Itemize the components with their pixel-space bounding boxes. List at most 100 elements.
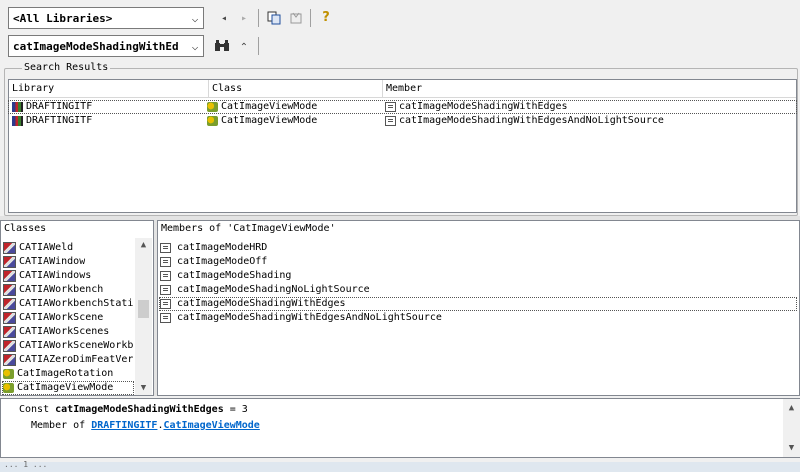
status-bar: ... 1 ... xyxy=(0,460,800,472)
class-list-item[interactable]: CATIAWeld xyxy=(3,242,133,254)
class-object-icon xyxy=(3,242,16,254)
class-list-item-label: CatImageRotation xyxy=(17,368,114,379)
go-forward-icon[interactable]: ▸ xyxy=(236,10,252,26)
detail-declaration: Const catImageModeShadingWithEdges = 3 xyxy=(19,404,248,415)
class-object-icon xyxy=(3,298,16,310)
constant-icon xyxy=(385,116,396,126)
class-list-item[interactable]: CatImageViewMode xyxy=(2,381,134,395)
library-combo[interactable]: <All Libraries> ⌵ xyxy=(8,7,204,29)
toolbar-separator xyxy=(258,9,259,27)
class-list-item-label: CATIAWorkbenchStati xyxy=(19,298,133,309)
enum-icon xyxy=(3,383,14,393)
class-object-icon xyxy=(3,340,16,352)
member-list-item-label: catImageModeOff xyxy=(177,256,268,267)
class-list-item[interactable]: CATIAZeroDimFeatVer xyxy=(3,354,133,366)
detail-prefix: Const xyxy=(19,404,50,415)
member-list-item-label: catImageModeShading xyxy=(177,270,292,281)
constant-icon xyxy=(160,313,171,323)
class-list-item[interactable]: CATIAWindows xyxy=(3,270,133,282)
classes-scrollbar[interactable]: ▲ ▼ xyxy=(135,238,152,395)
class-list-item-label: CatImageViewMode xyxy=(17,382,114,393)
class-object-icon xyxy=(3,354,16,366)
help-icon[interactable]: ? xyxy=(318,9,334,25)
library-link[interactable]: DRAFTINGITF xyxy=(91,420,157,431)
scroll-up-icon[interactable]: ▲ xyxy=(783,403,800,413)
class-list-item[interactable]: CATIAWorkbench xyxy=(3,284,133,296)
member-list-item-label: catImageModeShadingNoLightSource xyxy=(177,284,370,295)
result-member: catImageModeShadingWithEdges xyxy=(399,101,568,112)
constant-icon xyxy=(160,285,171,295)
toolbar: <All Libraries> ⌵ ◂ ▸ ? catImageModeShad… xyxy=(0,0,800,62)
search-combo-value: catImageModeShadingWithEd xyxy=(13,39,179,53)
member-list-item-label: catImageModeShadingWithEdges xyxy=(177,298,346,309)
member-list-item[interactable]: catImageModeShadingWithEdges xyxy=(159,297,797,311)
result-library: DRAFTINGITF xyxy=(26,101,93,112)
toolbar-separator xyxy=(310,9,311,27)
class-list-item-label: CATIAWorkScene xyxy=(19,312,104,323)
member-list-item[interactable]: catImageModeShadingNoLightSource xyxy=(160,284,370,296)
member-list-item[interactable]: catImageModeOff xyxy=(160,256,267,268)
class-list-item-label: CATIAWorkbench xyxy=(19,284,104,295)
scroll-down-icon[interactable]: ▼ xyxy=(783,443,800,453)
constant-icon xyxy=(160,271,171,281)
class-link[interactable]: CatImageViewMode xyxy=(163,420,259,431)
binoculars-icon[interactable] xyxy=(214,38,230,54)
view-definition-icon[interactable] xyxy=(288,10,304,26)
search-combo[interactable]: catImageModeShadingWithEd ⌵ xyxy=(8,35,204,57)
search-result-row[interactable]: DRAFTINGITF CatImageViewMode catImageMod… xyxy=(9,115,796,127)
class-list-item-label: CATIAZeroDimFeatVer xyxy=(19,354,133,365)
library-combo-value: <All Libraries> xyxy=(13,11,113,25)
member-list-item[interactable]: catImageModeShadingWithEdgesAndNoLightSo… xyxy=(160,312,442,324)
class-list-item[interactable]: CATIAWorkbenchStati xyxy=(3,298,133,310)
library-icon xyxy=(12,116,23,126)
members-list[interactable]: catImageModeHRD catImageModeOff catImageMo… xyxy=(158,238,798,396)
search-result-row[interactable]: DRAFTINGITF CatImageViewMode catImageMod… xyxy=(8,100,797,114)
constant-icon xyxy=(160,257,171,267)
collapse-results-icon[interactable]: ⌃ xyxy=(236,39,252,55)
constant-icon xyxy=(385,102,396,112)
classes-list[interactable]: CATIAWeld CATIAWindow CATIAWindows CATIAWor… xyxy=(1,238,135,396)
members-pane: Members of 'CatImageViewMode' catImageMo… xyxy=(157,220,800,396)
member-of-label: Member of xyxy=(31,420,86,431)
members-title: Members of 'CatImageViewMode' xyxy=(161,223,336,234)
class-object-icon xyxy=(3,284,16,296)
detail-value: = 3 xyxy=(229,404,248,415)
class-list-item[interactable]: CATIAWorkSceneWorkb xyxy=(3,340,133,352)
chevron-down-icon[interactable]: ⌵ xyxy=(187,40,203,53)
member-list-item[interactable]: catImageModeShading xyxy=(160,270,291,282)
scroll-up-icon[interactable]: ▲ xyxy=(135,240,152,250)
class-list-item[interactable]: CATIAWorkScenes xyxy=(3,326,133,338)
class-list-item-label: CATIAWorkSceneWorkb xyxy=(19,340,133,351)
detail-name: catImageModeShadingWithEdges xyxy=(55,404,224,415)
detail-scrollbar[interactable]: ▲ ▼ xyxy=(783,399,800,457)
column-header-member[interactable]: Member xyxy=(383,80,796,98)
class-object-icon xyxy=(3,270,16,282)
member-list-item-label: catImageModeHRD xyxy=(177,242,268,253)
detail-member-of: Member of DRAFTINGITF.CatImageViewMode xyxy=(31,420,260,431)
class-list-item-label: CATIAWeld xyxy=(19,242,74,253)
class-list-item-label: CATIAWorkScenes xyxy=(19,326,110,337)
class-list-item-label: CATIAWindow xyxy=(19,256,86,267)
class-list-item-label: CATIAWindows xyxy=(19,270,92,281)
class-list-item[interactable]: CATIAWorkScene xyxy=(3,312,133,324)
class-icon xyxy=(207,116,218,126)
constant-icon xyxy=(160,243,171,253)
scroll-thumb[interactable] xyxy=(138,300,149,318)
copy-icon[interactable] xyxy=(266,10,282,26)
chevron-down-icon[interactable]: ⌵ xyxy=(187,12,203,25)
column-header-class[interactable]: Class xyxy=(209,80,383,98)
member-list-item[interactable]: catImageModeHRD xyxy=(160,242,267,254)
class-list-item[interactable]: CATIAWindow xyxy=(3,256,133,268)
class-list-item[interactable]: CatImageRotation xyxy=(3,368,133,380)
class-icon xyxy=(207,102,218,112)
result-class: CatImageViewMode xyxy=(221,101,318,112)
status-text: ... 1 ... xyxy=(4,460,48,469)
search-results-title: Search Results xyxy=(22,62,111,73)
search-results-list[interactable]: Library Class Member DRAFTINGITF CatImag… xyxy=(8,79,797,213)
scroll-down-icon[interactable]: ▼ xyxy=(135,383,152,393)
class-object-icon xyxy=(3,326,16,338)
class-object-icon xyxy=(3,256,16,268)
result-member: catImageModeShadingWithEdgesAndNoLightSo… xyxy=(399,115,664,126)
column-header-library[interactable]: Library xyxy=(9,80,209,98)
go-back-icon[interactable]: ◂ xyxy=(216,10,232,26)
